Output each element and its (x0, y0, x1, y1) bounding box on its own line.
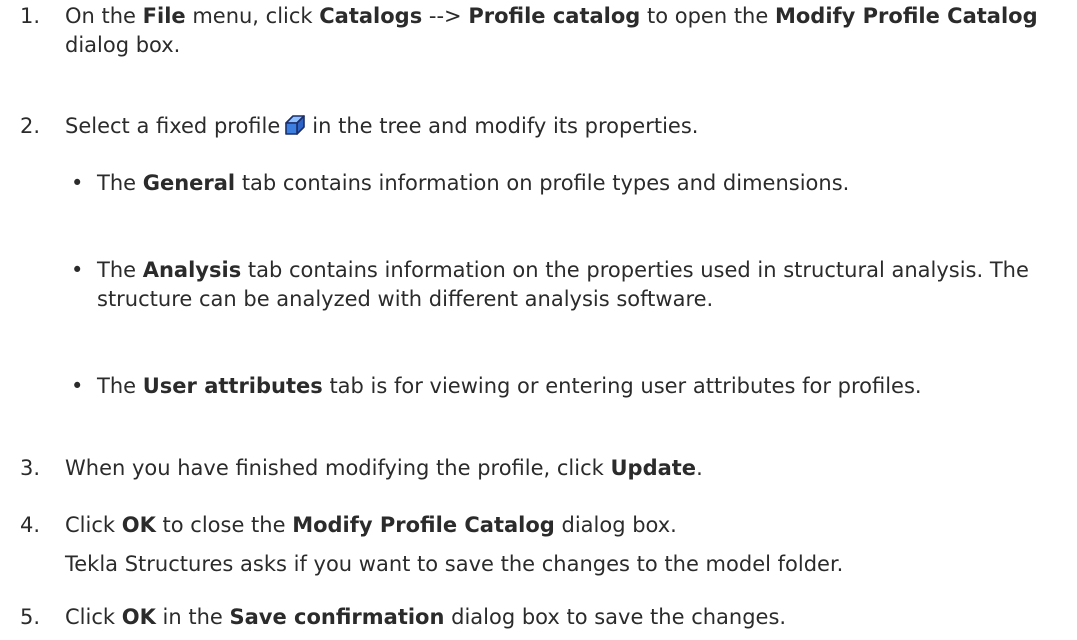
step-4-text: Click OK to close the Modify Profile Cat… (65, 513, 677, 537)
analysis-tab-label: Analysis (142, 258, 242, 282)
general-tab-label: General (142, 171, 236, 195)
step-4-number: 4. (20, 513, 41, 537)
step-2-number: 2. (20, 114, 41, 138)
step-3-number: 3. (20, 456, 41, 480)
step-1-number: 1. (20, 4, 41, 28)
user-attributes-tab-label: User attributes (142, 374, 323, 398)
bullet-dot: • (71, 258, 84, 282)
bullet-text: The General tab contains information on … (97, 171, 850, 195)
step-3-text: When you have finished modifying the pro… (65, 456, 703, 480)
step-5-number: 5. (20, 605, 41, 629)
file-menu-label: File (142, 4, 186, 28)
modify-profile-catalog-label: Modify Profile Catalog (292, 513, 555, 537)
profile-catalog-label: Profile catalog (468, 4, 641, 28)
catalogs-label: Catalogs (319, 4, 423, 28)
bullet-dot: • (71, 374, 84, 398)
update-label: Update (610, 456, 697, 480)
modify-profile-catalog-label: Modify Profile Catalog (774, 4, 1038, 28)
bullet-dot: • (71, 171, 84, 195)
step-2-text: Select a fixed profile in the tree and m… (65, 114, 699, 138)
ok-label: OK (121, 513, 156, 537)
bullet-text: The User attributes tab is for viewing o… (97, 374, 922, 398)
bullet-text: The Analysis tab contains information on… (97, 258, 1029, 311)
save-confirmation-label: Save confirmation (229, 605, 445, 629)
step-1-text: On the File menu, click Catalogs --> Pro… (65, 4, 1038, 57)
ok-label: OK (121, 605, 156, 629)
fixed-profile-icon (284, 114, 306, 136)
instruction-document: 1. On the File menu, click Catalogs --> … (0, 0, 1077, 640)
step-4-note: Tekla Structures asks if you want to sav… (65, 552, 844, 576)
step-5-text: Click OK in the Save confirmation dialog… (65, 605, 787, 629)
